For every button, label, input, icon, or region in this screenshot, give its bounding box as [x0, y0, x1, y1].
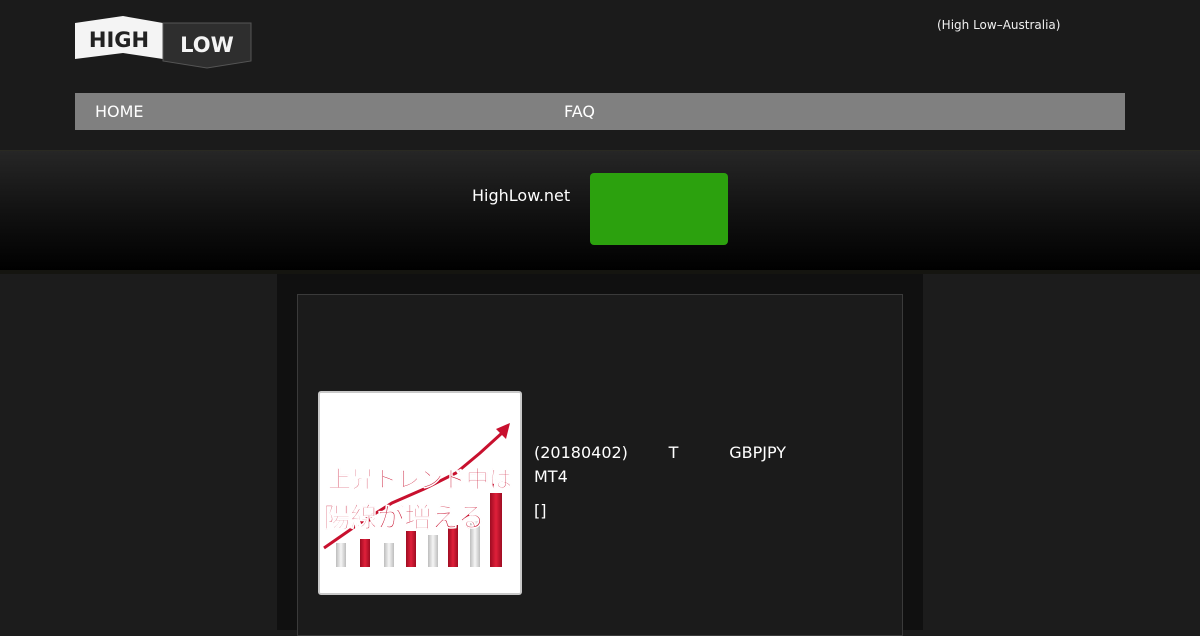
- article-thumbnail[interactable]: 上昇トレンド中は 陽線が増える: [318, 391, 522, 595]
- region-note: (High Low–Australia): [937, 18, 1061, 32]
- thumbnail-text-line2: 陽線が増える: [323, 502, 484, 534]
- article-card: 上昇トレンド中は 陽線が増える (20180402) T GBPJPY MT4 …: [297, 294, 903, 636]
- article-summary[interactable]: (20180402) T GBPJPY MT4: [534, 441, 874, 489]
- logo-low-text: LOW: [180, 33, 234, 57]
- article-tag: []: [534, 501, 547, 520]
- main-nav: HOME FAQ: [75, 93, 1125, 130]
- banner-site-label: HighLow.net: [472, 186, 571, 205]
- nav-home-link[interactable]: HOME: [95, 93, 144, 130]
- signup-button[interactable]: [590, 173, 728, 245]
- nav-faq-link[interactable]: FAQ: [564, 93, 595, 130]
- article-summary-line1: (20180402) T GBPJPY: [534, 443, 787, 462]
- article-summary-line2: MT4: [534, 467, 568, 486]
- thumbnail-text-line1: 上昇トレンド中は: [328, 467, 512, 493]
- highlow-logo[interactable]: HIGH LOW: [75, 15, 253, 70]
- logo-high-text: HIGH: [89, 28, 149, 52]
- promo-banner: HighLow.net: [0, 150, 1200, 271]
- site-header: HIGH LOW (High Low–Australia) HOME FAQ: [0, 0, 1200, 150]
